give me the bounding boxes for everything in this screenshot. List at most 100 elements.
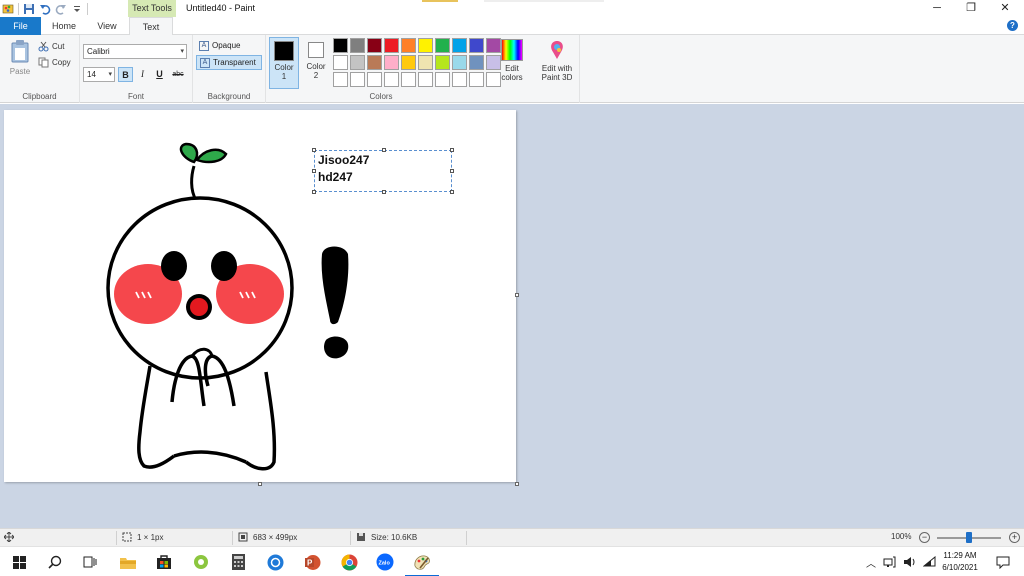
zoom-slider-thumb[interactable] xyxy=(966,532,972,543)
transparent-button[interactable]: A Transparent xyxy=(196,55,262,70)
font-size-select[interactable]: 14 ▾ xyxy=(83,67,115,82)
palette-swatch[interactable] xyxy=(384,72,399,87)
font-family-select[interactable]: Calibri ▾ xyxy=(83,44,187,59)
canvas-resize-handle-right[interactable] xyxy=(515,293,519,297)
resize-handle[interactable] xyxy=(450,190,454,194)
taskbar-clock[interactable]: 11:29 AM 6/10/2021 xyxy=(934,550,986,574)
palette-swatch[interactable] xyxy=(435,55,450,70)
canvas-text-line-1[interactable]: Jisoo247 xyxy=(318,153,369,167)
paint-taskbar-icon[interactable] xyxy=(405,551,439,576)
paint3d-label-2: Paint 3D xyxy=(541,73,573,82)
palette-swatch[interactable] xyxy=(384,55,399,70)
calculator-icon[interactable] xyxy=(227,551,249,573)
notifications-icon[interactable] xyxy=(992,551,1014,573)
minimize-button[interactable]: ─ xyxy=(920,0,954,17)
palette-swatch[interactable] xyxy=(469,55,484,70)
palette-swatch[interactable] xyxy=(452,72,467,87)
palette-swatch[interactable] xyxy=(333,38,348,53)
tab-text[interactable]: Text xyxy=(129,17,173,36)
speaker-icon[interactable] xyxy=(903,556,916,568)
background-group: A Opaque A Transparent Background xyxy=(193,35,266,103)
bold-button[interactable]: B xyxy=(118,67,133,82)
palette-swatch[interactable] xyxy=(333,72,348,87)
svg-text:P: P xyxy=(307,558,313,567)
opaque-button[interactable]: A Opaque xyxy=(196,39,262,54)
edit-with-paint3d-button[interactable]: Edit with Paint 3D xyxy=(534,39,580,82)
status-bar: 1 × 1px 683 × 499px Size: 10.6KB 100% − … xyxy=(0,528,1024,546)
palette-swatch[interactable] xyxy=(435,72,450,87)
palette-swatch[interactable] xyxy=(418,55,433,70)
palette-swatch[interactable] xyxy=(469,72,484,87)
paste-button[interactable]: Paste xyxy=(6,39,34,79)
palette-swatch[interactable] xyxy=(469,38,484,53)
palette-swatch[interactable] xyxy=(384,38,399,53)
palette-swatch[interactable] xyxy=(350,38,365,53)
canvas-resize-handle-corner[interactable] xyxy=(515,482,519,486)
drawing-canvas[interactable]: Jisoo247 hd247 xyxy=(4,110,516,482)
windows-start-icon[interactable] xyxy=(8,551,30,573)
color2-swatch xyxy=(308,42,324,58)
restore-button[interactable]: ❐ xyxy=(954,0,988,17)
color1-button[interactable]: Color 1 xyxy=(269,37,299,89)
resize-handle[interactable] xyxy=(450,169,454,173)
show-hidden-icons-chevron-up-icon[interactable]: ︿ xyxy=(866,555,876,570)
cut-button[interactable]: Cut xyxy=(38,41,64,52)
powerpoint-icon[interactable]: P xyxy=(301,551,323,573)
zoom-in-button[interactable]: + xyxy=(1009,532,1020,543)
tab-view[interactable]: View xyxy=(87,17,127,35)
palette-swatch[interactable] xyxy=(452,38,467,53)
palette-swatch[interactable] xyxy=(452,55,467,70)
palette-swatch[interactable] xyxy=(435,38,450,53)
snipping-tool-icon[interactable] xyxy=(264,551,286,573)
microsoft-store-icon[interactable] xyxy=(153,551,175,573)
tab-file[interactable]: File xyxy=(0,17,41,35)
color1-number: 1 xyxy=(281,72,287,81)
window-title: Untitled40 - Paint xyxy=(186,3,256,13)
palette-swatch[interactable] xyxy=(367,55,382,70)
resize-handle[interactable] xyxy=(312,169,316,173)
task-view-icon[interactable] xyxy=(79,551,101,573)
text-box-selection[interactable]: Jisoo247 hd247 xyxy=(312,148,454,194)
file-explorer-icon[interactable] xyxy=(117,551,139,573)
help-icon[interactable]: ? xyxy=(1007,20,1018,31)
palette-swatch[interactable] xyxy=(418,72,433,87)
chrome-icon[interactable] xyxy=(338,551,360,573)
network-icon[interactable] xyxy=(883,556,896,568)
palette-swatch[interactable] xyxy=(350,72,365,87)
palette-swatch[interactable] xyxy=(367,72,382,87)
resize-handle[interactable] xyxy=(382,148,386,152)
resize-handle[interactable] xyxy=(450,148,454,152)
close-button[interactable]: ✕ xyxy=(988,0,1022,17)
copy-button[interactable]: Copy xyxy=(38,57,71,68)
resize-handle[interactable] xyxy=(312,148,316,152)
palette-swatch[interactable] xyxy=(367,38,382,53)
strikethrough-button[interactable]: abc xyxy=(169,67,187,82)
save-icon[interactable] xyxy=(23,3,35,15)
edit-colors-button[interactable]: Edit colors xyxy=(498,39,526,82)
palette-swatch[interactable] xyxy=(333,55,348,70)
title-bar: Text Tools Untitled40 - Paint ─ ❐ ✕ xyxy=(0,0,1024,17)
palette-swatch[interactable] xyxy=(401,55,416,70)
palette-swatch[interactable] xyxy=(401,38,416,53)
palette-swatch[interactable] xyxy=(401,72,416,87)
undo-icon[interactable] xyxy=(39,3,51,15)
customize-quick-access-icon[interactable] xyxy=(71,3,83,15)
underline-button[interactable]: U xyxy=(152,67,167,82)
redo-icon[interactable] xyxy=(55,3,67,15)
zoom-out-button[interactable]: − xyxy=(919,532,930,543)
resize-handle[interactable] xyxy=(312,190,316,194)
canvas-text-line-2[interactable]: hd247 xyxy=(318,170,353,184)
zalo-label: Zalo xyxy=(379,561,391,567)
paint-app-icon[interactable] xyxy=(2,3,14,15)
resize-handle[interactable] xyxy=(382,190,386,194)
palette-swatch[interactable] xyxy=(418,38,433,53)
italic-button[interactable]: I xyxy=(135,67,150,82)
canvas-resize-handle-bottom[interactable] xyxy=(258,482,262,486)
search-icon[interactable] xyxy=(44,551,66,573)
clock-date: 6/10/2021 xyxy=(942,563,978,572)
color2-button[interactable]: Color 2 xyxy=(301,37,331,89)
tab-home[interactable]: Home xyxy=(43,17,85,35)
greenshot-app-icon[interactable] xyxy=(190,551,212,573)
palette-swatch[interactable] xyxy=(350,55,365,70)
zalo-icon[interactable]: Zalo xyxy=(374,551,396,573)
